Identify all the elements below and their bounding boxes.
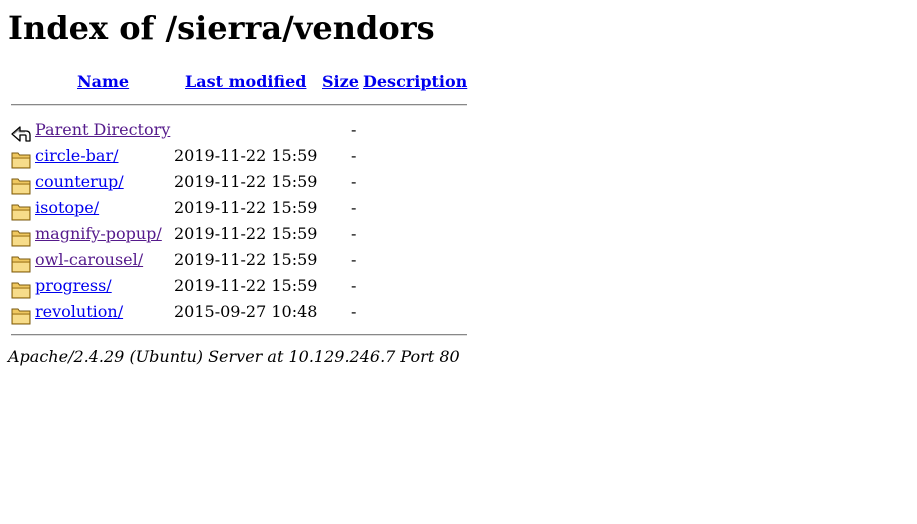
directory-row: isotope/2019-11-22 15:59 - <box>0 198 480 224</box>
column-header-size[interactable]: Size <box>322 72 359 92</box>
folder-icon <box>11 228 31 248</box>
size-cell: - <box>351 172 357 191</box>
size-cell: - <box>351 146 357 165</box>
directory-name-cell: progress/ <box>35 276 112 296</box>
directory-link[interactable]: owl-carousel/ <box>35 250 143 269</box>
folder-icon <box>11 254 31 274</box>
parent-directory-row: Parent Directory - <box>0 120 480 146</box>
directory-name-cell: owl-carousel/ <box>35 250 143 270</box>
directory-name-cell: isotope/ <box>35 198 99 218</box>
column-header-last-modified[interactable]: Last modified <box>185 72 306 92</box>
size-cell: - <box>351 250 357 269</box>
directory-link[interactable]: magnify-popup/ <box>35 224 162 243</box>
sort-by-size-link[interactable]: Size <box>322 72 359 91</box>
size-cell: - <box>351 198 357 217</box>
directory-row: counterup/2019-11-22 15:59 - <box>0 172 480 198</box>
parent-directory-link[interactable]: Parent Directory <box>35 120 170 139</box>
column-header-name[interactable]: Name <box>77 72 129 92</box>
size-cell: - <box>351 302 357 321</box>
header-divider <box>11 104 467 106</box>
size-cell: - <box>351 224 357 243</box>
parent-directory-cell: Parent Directory <box>35 120 170 140</box>
directory-row: circle-bar/2019-11-22 15:59 - <box>0 146 480 172</box>
last-modified-cell: 2019-11-22 15:59 <box>174 224 318 243</box>
last-modified-cell: 2015-09-27 10:48 <box>174 302 318 321</box>
sort-by-description-link[interactable]: Description <box>363 72 467 91</box>
last-modified-cell: 2019-11-22 15:59 <box>174 250 318 269</box>
page-title: Index of /sierra/vendors <box>8 9 435 47</box>
directory-row: magnify-popup/2019-11-22 15:59 - <box>0 224 480 250</box>
folder-icon <box>11 280 31 300</box>
last-modified-cell: 2019-11-22 15:59 <box>174 276 318 295</box>
directory-link[interactable]: circle-bar/ <box>35 146 119 165</box>
directory-name-cell: counterup/ <box>35 172 124 192</box>
size-cell: - <box>351 276 357 295</box>
directory-link[interactable]: revolution/ <box>35 302 123 321</box>
sort-by-name-link[interactable]: Name <box>77 72 129 91</box>
folder-icon <box>11 306 31 326</box>
directory-link[interactable]: isotope/ <box>35 198 99 217</box>
directory-row: owl-carousel/2019-11-22 15:59 - <box>0 250 480 276</box>
last-modified-cell: 2019-11-22 15:59 <box>174 198 318 217</box>
folder-icon <box>11 202 31 222</box>
sort-by-last-modified-link[interactable]: Last modified <box>185 72 306 91</box>
last-modified-cell: 2019-11-22 15:59 <box>174 146 318 165</box>
directory-name-cell: magnify-popup/ <box>35 224 162 244</box>
directory-row: revolution/2015-09-27 10:48 - <box>0 302 480 328</box>
column-header-description[interactable]: Description <box>363 72 467 92</box>
server-signature: Apache/2.4.29 (Ubuntu) Server at 10.129.… <box>8 347 460 366</box>
directory-name-cell: revolution/ <box>35 302 123 322</box>
folder-icon <box>11 150 31 170</box>
last-modified-cell: 2019-11-22 15:59 <box>174 172 318 191</box>
directory-link[interactable]: counterup/ <box>35 172 124 191</box>
parent-directory-size: - <box>351 120 357 139</box>
directory-link[interactable]: progress/ <box>35 276 112 295</box>
footer-divider <box>11 334 467 336</box>
directory-row: progress/2019-11-22 15:59 - <box>0 276 480 302</box>
folder-icon <box>11 176 31 196</box>
directory-name-cell: circle-bar/ <box>35 146 119 166</box>
back-arrow-icon <box>11 124 31 144</box>
